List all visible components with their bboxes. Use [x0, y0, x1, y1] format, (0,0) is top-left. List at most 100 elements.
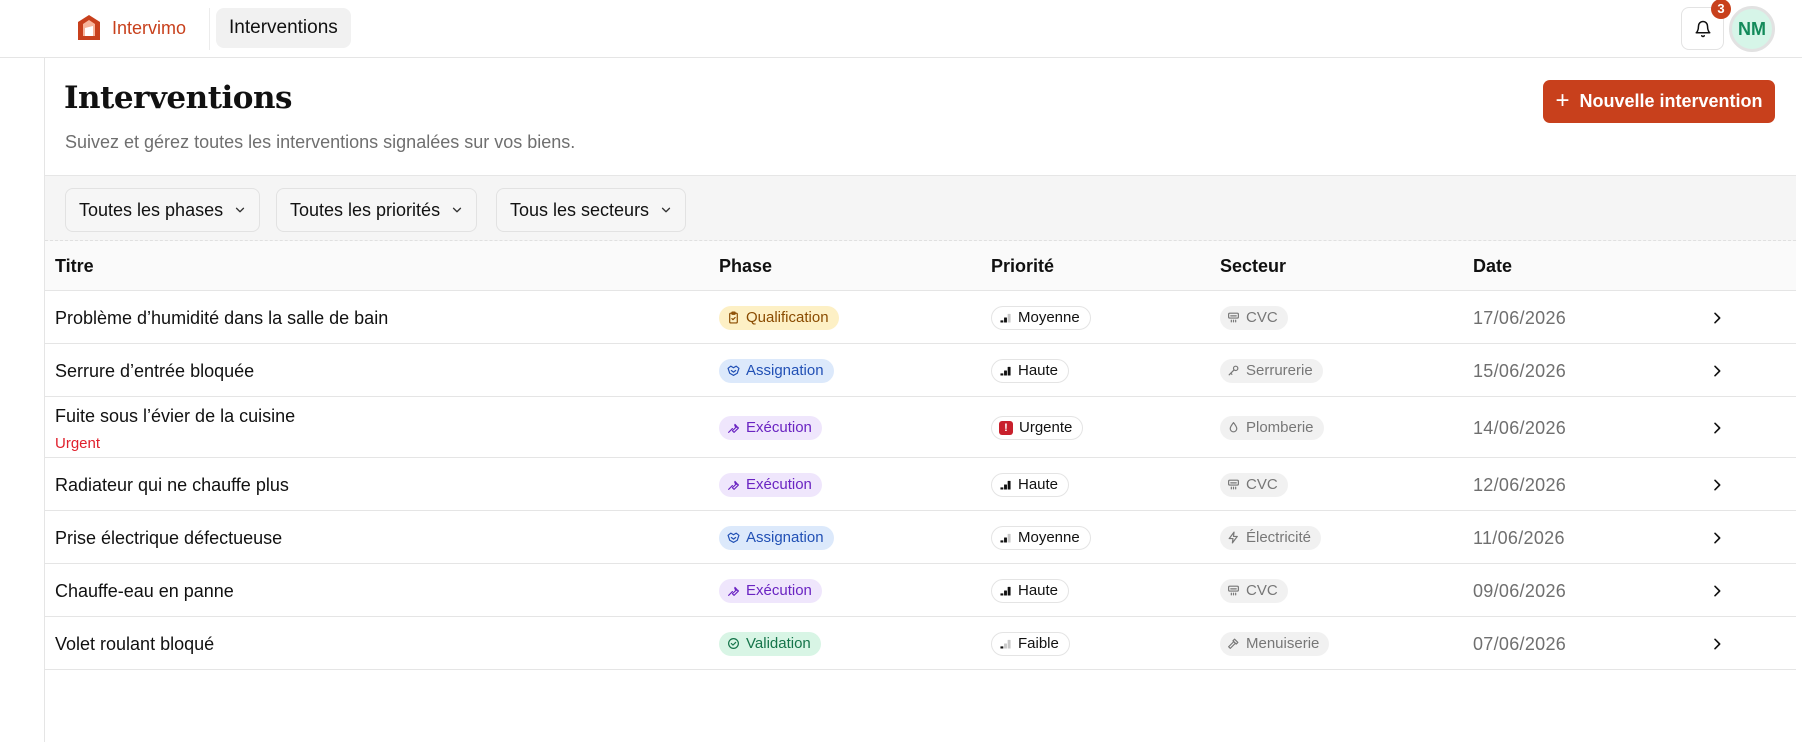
brand-link[interactable]: Intervimo	[76, 14, 186, 42]
hvac-icon	[1227, 478, 1240, 491]
row-title-text: Chauffe-eau en panne	[55, 580, 234, 601]
sector-badge: Plomberie	[1220, 415, 1324, 440]
sector-label: CVC	[1246, 476, 1278, 493]
phase-badge: Exécution	[719, 415, 822, 440]
table-header: Titre Phase Priorité Secteur Date	[45, 241, 1796, 291]
priority-label: Haute	[1018, 362, 1059, 379]
row-date: 07/06/2026	[1473, 633, 1567, 654]
row-date: 15/06/2026	[1473, 360, 1567, 381]
row-date: 12/06/2026	[1473, 474, 1567, 495]
row-title: Fuite sous l’évier de la cuisine Urgent	[55, 406, 295, 452]
chevron-right-icon[interactable]	[1709, 420, 1725, 436]
phase-badge: Validation	[719, 631, 821, 656]
hvac-icon	[1227, 584, 1240, 597]
column-header-phase[interactable]: Phase	[719, 256, 772, 277]
new-intervention-button[interactable]: + Nouvelle intervention	[1543, 80, 1775, 123]
chevron-right-icon[interactable]	[1709, 310, 1725, 326]
phase-badge: Assignation	[719, 358, 834, 383]
table-body: Problème d’humidité dans la salle de bai…	[45, 291, 1796, 670]
hammer-icon	[1227, 637, 1240, 650]
priority-label: Moyenne	[1018, 529, 1080, 546]
sector-filter-select[interactable]: Tous les secteurs	[496, 188, 687, 232]
sector-badge: CVC	[1220, 305, 1288, 330]
sector-badge: CVC	[1220, 578, 1288, 603]
sector-label: Électricité	[1246, 529, 1312, 546]
wrench-icon	[727, 478, 740, 491]
chevron-right-icon[interactable]	[1709, 530, 1725, 546]
priority-label: Faible	[1018, 635, 1059, 652]
priority-label: Haute	[1018, 476, 1059, 493]
wrench-icon	[727, 421, 740, 434]
priority-filter-label: Toutes les priorités	[290, 199, 441, 220]
chevron-right-icon[interactable]	[1709, 477, 1725, 493]
priority-badge: Faible	[991, 631, 1070, 656]
row-title: Volet roulant bloqué	[55, 634, 214, 655]
row-title-text: Problème d’humidité dans la salle de bai…	[55, 307, 389, 328]
top-bar: Intervimo Interventions 3 NM	[0, 0, 1802, 58]
priority-label: Haute	[1018, 582, 1059, 599]
priority-filter-select[interactable]: Toutes les priorités	[276, 188, 478, 232]
column-header-date[interactable]: Date	[1473, 256, 1512, 277]
column-header-priority[interactable]: Priorité	[991, 256, 1054, 277]
sector-label: Plomberie	[1246, 419, 1314, 436]
phase-label: Assignation	[746, 362, 824, 379]
chevron-right-icon[interactable]	[1709, 636, 1725, 652]
wrench-icon	[727, 584, 740, 597]
priority-badge: Moyenne	[991, 305, 1091, 330]
chevron-right-icon[interactable]	[1709, 583, 1725, 599]
hvac-icon	[1227, 311, 1240, 324]
filter-bar: Toutes les phases Toutes les priorités T…	[45, 175, 1796, 241]
phase-label: Exécution	[746, 476, 812, 493]
sector-label: CVC	[1246, 309, 1278, 326]
column-header-sector[interactable]: Secteur	[1220, 256, 1286, 277]
table-row[interactable]: Volet roulant bloqué Validation Faible M…	[45, 617, 1796, 670]
phase-label: Qualification	[746, 309, 829, 326]
plus-icon: +	[1555, 86, 1570, 114]
chevron-down-icon	[661, 207, 671, 213]
priority-label: Moyenne	[1018, 309, 1080, 326]
sector-filter-label: Tous les secteurs	[510, 199, 650, 220]
sector-badge: Menuiserie	[1220, 631, 1330, 656]
phase-label: Exécution	[746, 419, 812, 436]
row-title-text: Fuite sous l’évier de la cuisine	[55, 406, 296, 426]
user-avatar[interactable]: NM	[1729, 6, 1775, 52]
signal-high-icon	[999, 478, 1012, 491]
lightning-icon	[1227, 531, 1240, 544]
new-intervention-label: Nouvelle intervention	[1579, 91, 1763, 111]
table-row[interactable]: Fuite sous l’évier de la cuisine Urgent …	[45, 397, 1796, 458]
clipboard-icon	[727, 311, 740, 324]
row-title: Radiateur qui ne chauffe plus	[55, 475, 289, 496]
row-date: 09/06/2026	[1473, 580, 1567, 601]
column-header-title[interactable]: Titre	[55, 256, 94, 277]
table-row[interactable]: Chauffe-eau en panne Exécution Haute CVC…	[45, 564, 1796, 617]
row-title: Chauffe-eau en panne	[55, 581, 234, 602]
row-title-text: Serrure d’entrée bloquée	[55, 360, 255, 381]
sector-label: CVC	[1246, 582, 1278, 599]
phase-label: Validation	[746, 635, 811, 652]
chevron-right-icon[interactable]	[1709, 363, 1725, 379]
priority-badge: Haute	[991, 358, 1070, 383]
urgent-flag: Urgent	[55, 435, 101, 452]
page-subtitle: Suivez et gérez toutes les interventions…	[65, 132, 576, 152]
nav-tab-interventions[interactable]: Interventions	[216, 8, 351, 48]
phase-badge: Assignation	[719, 525, 834, 550]
table-row[interactable]: Radiateur qui ne chauffe plus Exécution …	[45, 458, 1796, 511]
phase-badge: Exécution	[719, 472, 822, 497]
phase-filter-label: Toutes les phases	[79, 199, 224, 220]
table-row[interactable]: Prise électrique défectueuse Assignation…	[45, 511, 1796, 564]
chevron-down-icon	[235, 207, 245, 213]
signal-high-icon	[999, 584, 1012, 597]
sector-badge: Serrurerie	[1220, 358, 1323, 383]
phase-filter-select[interactable]: Toutes les phases	[65, 188, 261, 232]
table-row[interactable]: Serrure d’entrée bloquée Assignation Hau…	[45, 344, 1796, 397]
handshake-icon	[727, 531, 740, 544]
row-date: 17/06/2026	[1473, 307, 1567, 328]
bell-icon	[1695, 20, 1710, 37]
phase-badge: Qualification	[719, 305, 839, 330]
interventions-table: Titre Phase Priorité Secteur Date Problè…	[45, 241, 1796, 670]
table-row[interactable]: Problème d’humidité dans la salle de bai…	[45, 291, 1796, 344]
priority-label: Urgente	[1019, 419, 1073, 436]
urgent-alert-icon: !	[999, 420, 1013, 435]
priority-badge: Haute	[991, 578, 1070, 603]
phase-badge: Exécution	[719, 578, 822, 603]
